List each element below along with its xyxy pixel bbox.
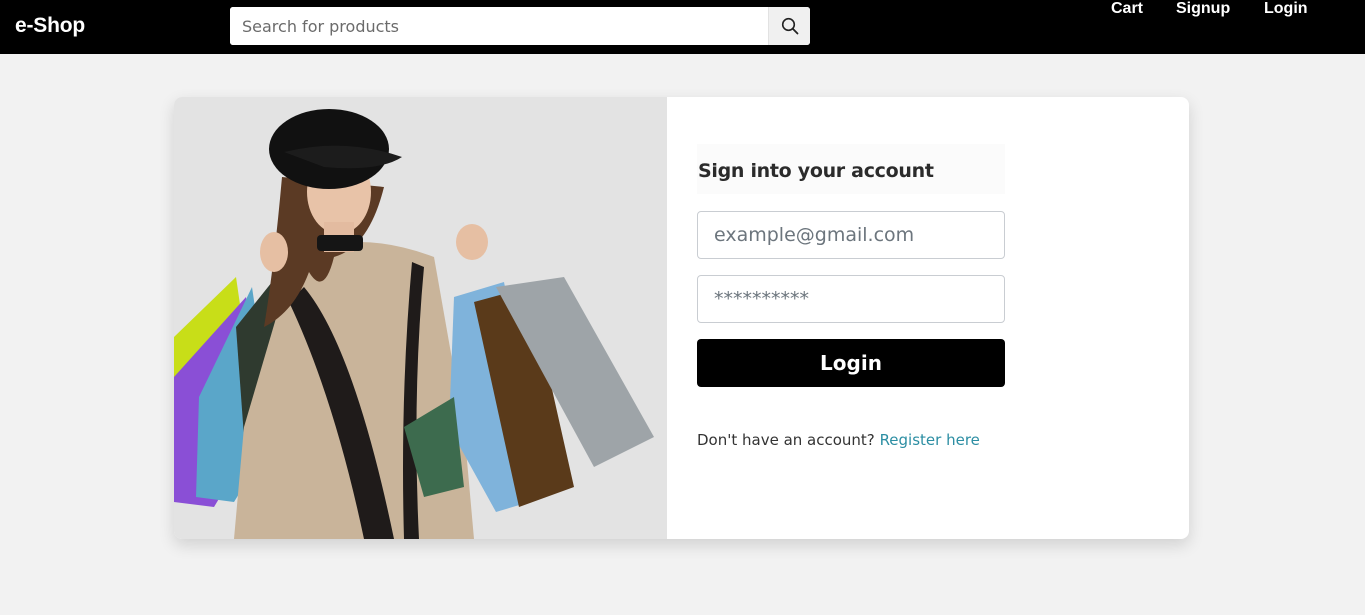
search-button[interactable]	[768, 7, 810, 45]
login-card: Sign into your account Login Don't have …	[174, 97, 1189, 539]
form-title: Sign into your account	[698, 160, 934, 182]
search-bar	[230, 7, 810, 45]
nav-link-cart[interactable]: Cart	[1111, 0, 1143, 18]
register-prompt: Don't have an account?	[697, 431, 875, 449]
nav-link-login[interactable]: Login	[1264, 0, 1308, 18]
register-link[interactable]: Register here	[880, 431, 980, 449]
nav-link-signup[interactable]: Signup	[1176, 0, 1230, 18]
brand-logo[interactable]: e-Shop	[15, 14, 85, 38]
email-field[interactable]	[697, 211, 1005, 259]
navbar: e-Shop Cart Signup Login	[0, 0, 1365, 54]
login-button[interactable]: Login	[697, 339, 1005, 387]
register-prompt-line: Don't have an account? Register here	[697, 431, 980, 449]
hero-image-shopping-woman	[174, 97, 667, 539]
search-icon	[781, 17, 798, 35]
password-field[interactable]	[697, 275, 1005, 323]
form-title-box: Sign into your account	[697, 144, 1005, 194]
search-input[interactable]	[230, 7, 768, 45]
